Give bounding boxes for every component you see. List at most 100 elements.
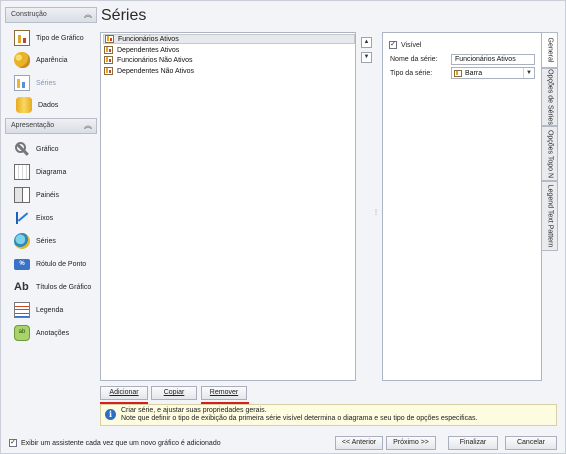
series-type-select[interactable]: Barra ▼ — [451, 67, 535, 79]
series-item-label: Funcionários Não Ativos — [117, 56, 193, 64]
nav-item-series[interactable]: Séries — [14, 74, 96, 92]
series-item-label: Funcionários Ativos — [118, 35, 179, 43]
add-series-button[interactable]: Adicionar — [100, 386, 148, 400]
nav-item-titulos-de-grafico[interactable]: Ab Títulos de Gráfico — [14, 278, 96, 296]
copy-button-label: Copiar — [163, 389, 185, 396]
series-name-label: Nome da série: — [390, 56, 438, 63]
chart-wizard-window: Construção ︽ Tipo de Gráfico Aparência S… — [0, 0, 566, 454]
series-list-item[interactable]: Funcionários Não Ativos — [103, 55, 355, 65]
add-button-label: Adicionar — [109, 389, 139, 396]
series-list[interactable]: Funcionários Ativos Dependentes Ativos F… — [100, 32, 356, 381]
series-view-icon — [14, 233, 30, 249]
group-apresentacao-header[interactable]: Apresentação ︽ — [5, 118, 97, 134]
series-item-label: Dependentes Ativos — [117, 46, 180, 54]
legend-icon — [14, 302, 30, 318]
nav-item-label: Rótulo de Ponto — [36, 260, 87, 268]
next-button-label: Próximo >> — [393, 439, 429, 446]
nav-item-label: Anotações — [36, 329, 70, 337]
chart-titles-icon: Ab — [14, 281, 29, 293]
nav-item-legenda[interactable]: Legenda — [14, 301, 96, 319]
series-list-item[interactable]: Dependentes Ativos — [103, 45, 355, 55]
visible-checkbox-row[interactable]: ✓ Visível — [389, 41, 422, 49]
wrench-icon — [14, 141, 30, 157]
bar-series-icon — [454, 69, 462, 77]
remove-button-label: Remover — [209, 389, 239, 396]
nav-item-anotacoes[interactable]: ab Anotações — [14, 324, 96, 342]
series-list-item-selected[interactable]: Funcionários Ativos — [103, 34, 355, 44]
group-construcao-label: Construção — [11, 11, 47, 18]
chart-type-icon — [14, 30, 30, 46]
series-type-value: Barra — [465, 69, 483, 77]
nav-item-label: Aparência — [36, 56, 68, 64]
finish-button-label: Finalizar — [459, 439, 487, 446]
nav-item-label: Eixos — [36, 214, 54, 222]
nav-item-label: Dados — [38, 101, 59, 109]
series-item-label: Dependentes Não Ativos — [117, 67, 195, 75]
move-up-button[interactable]: ▲ — [361, 37, 372, 48]
nav-item-aparencia[interactable]: Aparência — [14, 51, 96, 69]
chevron-down-icon: ▼ — [363, 54, 370, 60]
nav-item-grafico[interactable]: Gráfico — [14, 140, 96, 158]
series-icon — [14, 75, 30, 91]
series-list-item[interactable]: Dependentes Não Ativos — [103, 66, 355, 76]
axes-icon — [14, 210, 30, 226]
bar-series-icon — [104, 46, 113, 54]
bar-series-icon — [104, 67, 113, 75]
nav-item-label: Diagrama — [36, 168, 67, 176]
finish-button[interactable]: Finalizar — [448, 436, 498, 450]
remove-series-button[interactable]: Remover — [201, 386, 247, 400]
tab-label: Opções de Séries — [546, 69, 553, 125]
tab-label: Legend Text Pattern — [546, 184, 553, 248]
nav-item-label: Painéis — [36, 191, 59, 199]
nav-item-label: Legenda — [36, 306, 64, 314]
group-construcao-header[interactable]: Construção ︽ — [5, 7, 97, 23]
series-name-input[interactable]: Funcionários Ativos — [451, 54, 535, 65]
left-navigation: Construção ︽ Tipo de Gráfico Aparência S… — [4, 4, 97, 428]
page-title: Séries — [101, 7, 147, 24]
nav-item-diagrama[interactable]: Diagrama — [14, 163, 96, 181]
visible-checkbox[interactable]: ✓ — [389, 41, 397, 49]
tab-opcoes-de-series[interactable]: Opções de Séries — [542, 68, 558, 126]
nav-item-series-apresentacao[interactable]: Séries — [14, 232, 96, 250]
series-properties-panel: ✓ Visível Nome da série: Funcionários At… — [382, 32, 542, 381]
nav-item-label: Gráfico — [36, 145, 59, 153]
show-wizard-checkbox-row[interactable]: ✓ Exibir um assistente cada vez que um n… — [9, 439, 221, 447]
info-text: Criar série, e ajustar suas propriedades… — [121, 407, 477, 423]
nav-item-dados[interactable]: Dados — [14, 96, 96, 114]
nav-item-label: Séries — [36, 79, 56, 87]
back-button[interactable]: << Anterior — [335, 436, 383, 450]
nav-item-eixos[interactable]: Eixos — [14, 209, 96, 227]
nav-item-label: Séries — [36, 237, 56, 245]
cancel-button[interactable]: Cancelar — [505, 436, 557, 450]
point-label-icon: % — [14, 258, 30, 270]
collapse-chevron-icon[interactable]: ︽ — [84, 9, 92, 20]
show-wizard-label: Exibir um assistente cada vez que um nov… — [21, 439, 221, 447]
annotation-icon: ab — [14, 325, 30, 341]
collapse-chevron-icon[interactable]: ︽ — [84, 120, 92, 131]
tab-label: Opções Topo N — [546, 129, 553, 178]
back-button-label: << Anterior — [341, 439, 377, 446]
group-apresentacao-label: Apresentação — [11, 122, 55, 129]
tab-opcoes-topo-n[interactable]: Opções Topo N — [542, 126, 558, 181]
cancel-button-label: Cancelar — [516, 439, 545, 446]
tab-general[interactable]: General — [542, 32, 558, 68]
series-type-label: Tipo da série: — [390, 70, 433, 77]
nav-item-tipo-de-grafico[interactable]: Tipo de Gráfico — [14, 29, 96, 47]
diagram-icon — [14, 164, 30, 180]
splitter-grip-icon[interactable]: ⋮ — [373, 210, 379, 220]
show-wizard-checkbox[interactable]: ✓ — [9, 439, 17, 447]
info-line-1: Criar série, e ajustar suas propriedades… — [121, 407, 267, 414]
info-line-2: Note que definir o tipo de exibição da p… — [121, 415, 478, 422]
bar-series-icon — [105, 35, 114, 43]
next-button[interactable]: Próximo >> — [386, 436, 436, 450]
nav-item-paineis[interactable]: Painéis — [14, 186, 96, 204]
dropdown-arrow-icon[interactable]: ▼ — [523, 68, 534, 78]
database-icon — [16, 97, 32, 113]
chevron-up-icon: ▲ — [363, 39, 370, 45]
tab-legend-text-pattern[interactable]: Legend Text Pattern — [542, 181, 558, 251]
nav-item-rotulo-de-ponto[interactable]: % Rótulo de Ponto — [14, 255, 96, 273]
move-down-button[interactable]: ▼ — [361, 52, 372, 63]
palette-icon — [14, 52, 30, 68]
copy-series-button[interactable]: Copiar — [151, 386, 197, 400]
info-icon: i — [105, 409, 116, 420]
